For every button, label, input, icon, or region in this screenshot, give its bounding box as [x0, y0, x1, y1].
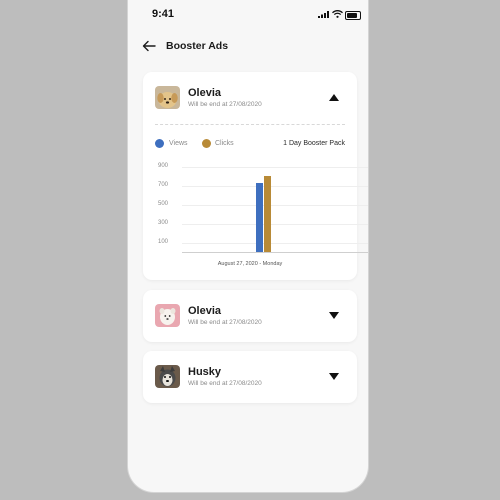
legend-clicks-swatch	[202, 139, 211, 148]
ad-end-date: Will be end at 27/08/2020	[188, 101, 262, 108]
y-tick-label: 700	[157, 181, 168, 188]
signal-icon	[318, 11, 329, 18]
x-axis-date-label: August 27, 2020 - Monday	[217, 261, 283, 267]
status-bar: 9:41	[128, 8, 368, 24]
legend-views-label: Views	[169, 140, 188, 147]
grid-line	[182, 242, 368, 244]
avatar-white-puppy	[155, 304, 180, 327]
ad-card-collapsed[interactable]: Husky Will be end at 27/08/2020	[143, 351, 357, 403]
ad-card-collapsed[interactable]: Olevia Will be end at 27/08/2020	[143, 290, 357, 342]
grid-line	[182, 185, 368, 187]
ad-end-date: Will be end at 27/08/2020	[188, 380, 262, 387]
wifi-icon	[332, 10, 343, 18]
ad-name: Husky	[188, 366, 222, 378]
chevron-down-icon[interactable]	[329, 312, 339, 319]
y-tick-label: 500	[157, 200, 168, 207]
booster-pack-label[interactable]: 1 Day Booster Pack	[283, 140, 345, 147]
chevron-up-icon[interactable]	[329, 94, 339, 101]
grid-line	[182, 204, 368, 206]
chevron-down-icon[interactable]	[329, 373, 339, 380]
divider	[155, 124, 345, 125]
grid-line	[182, 223, 368, 225]
bar-clicks[interactable]	[264, 175, 271, 252]
y-tick-label: 900	[157, 163, 168, 169]
ad-name: Olevia	[188, 87, 222, 99]
bar-views[interactable]	[256, 183, 263, 252]
y-tick-label: 100	[157, 238, 168, 245]
legend-clicks-label: Clicks	[215, 140, 234, 147]
avatar-husky-dog	[155, 365, 180, 388]
battery-icon	[345, 11, 361, 20]
grid-line	[182, 167, 368, 168]
ad-card-expanded[interactable]: Olevia Will be end at 27/08/2020 Views C…	[143, 72, 368, 280]
x-axis-line	[182, 252, 368, 253]
status-time: 9:41	[152, 8, 175, 20]
ad-end-date: Will be end at 27/08/2020	[188, 319, 262, 326]
ad-name: Olevia	[188, 305, 222, 317]
page-title: Booster Ads	[166, 40, 229, 52]
back-arrow-icon[interactable]	[142, 40, 156, 52]
avatar-golden-puppy	[155, 86, 180, 109]
legend-views-swatch	[155, 139, 164, 148]
phone-screen: 9:41 Booster Ads Olevia Will be end at 2…	[128, 0, 368, 492]
y-tick-label: 300	[157, 219, 168, 226]
page-header: Booster Ads	[142, 38, 228, 54]
